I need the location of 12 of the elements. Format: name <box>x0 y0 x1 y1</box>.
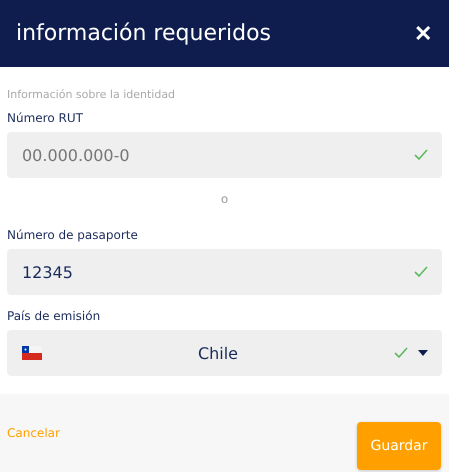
input-field[interactable]: 12345 <box>7 249 442 295</box>
close-button[interactable]: ✕ <box>414 20 432 46</box>
caret-icon <box>418 350 428 356</box>
separator-text: o <box>220 192 228 206</box>
field-label: Número RUT <box>7 111 83 125</box>
dialog-title: información requeridos <box>16 21 272 46</box>
field-label: País de emisión <box>7 309 100 323</box>
flag-icon <box>22 346 42 360</box>
section-label: Información sobre la identidad <box>7 88 176 101</box>
field-label: Número de pasaporte <box>7 228 138 242</box>
country-select[interactable]: Chile <box>7 330 442 376</box>
input-field[interactable]: 00.000.000-0 <box>7 132 442 178</box>
